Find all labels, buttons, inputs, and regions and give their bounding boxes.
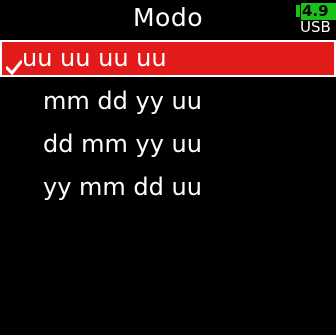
menu-item-option-3[interactable]: dd mm yy uu [0,126,336,163]
menu-item-label: dd mm yy uu [43,130,202,158]
battery-level: 4.9 [301,3,336,20]
menu-item-option-1[interactable]: uu uu uu uu [0,40,336,77]
page-title: Modo [132,3,204,32]
battery-tip-icon [296,5,300,17]
screen: Modo 4.9 USB uu uu uu uu mm dd yy uu dd … [0,0,336,335]
menu-item-option-2[interactable]: mm dd yy uu [0,83,336,120]
power-source-label: USB [300,19,331,35]
menu-item-label: uu uu uu uu [22,44,167,72]
header-bar: Modo 4.9 USB [0,0,336,36]
checkmark-icon [4,50,24,76]
battery-indicator: 4.9 USB [296,3,336,35]
menu-item-label: yy mm dd uu [43,173,202,201]
menu-item-option-4[interactable]: yy mm dd uu [0,169,336,206]
mode-menu-list: uu uu uu uu mm dd yy uu dd mm yy uu yy m… [0,40,336,206]
menu-item-label: mm dd yy uu [43,87,202,115]
